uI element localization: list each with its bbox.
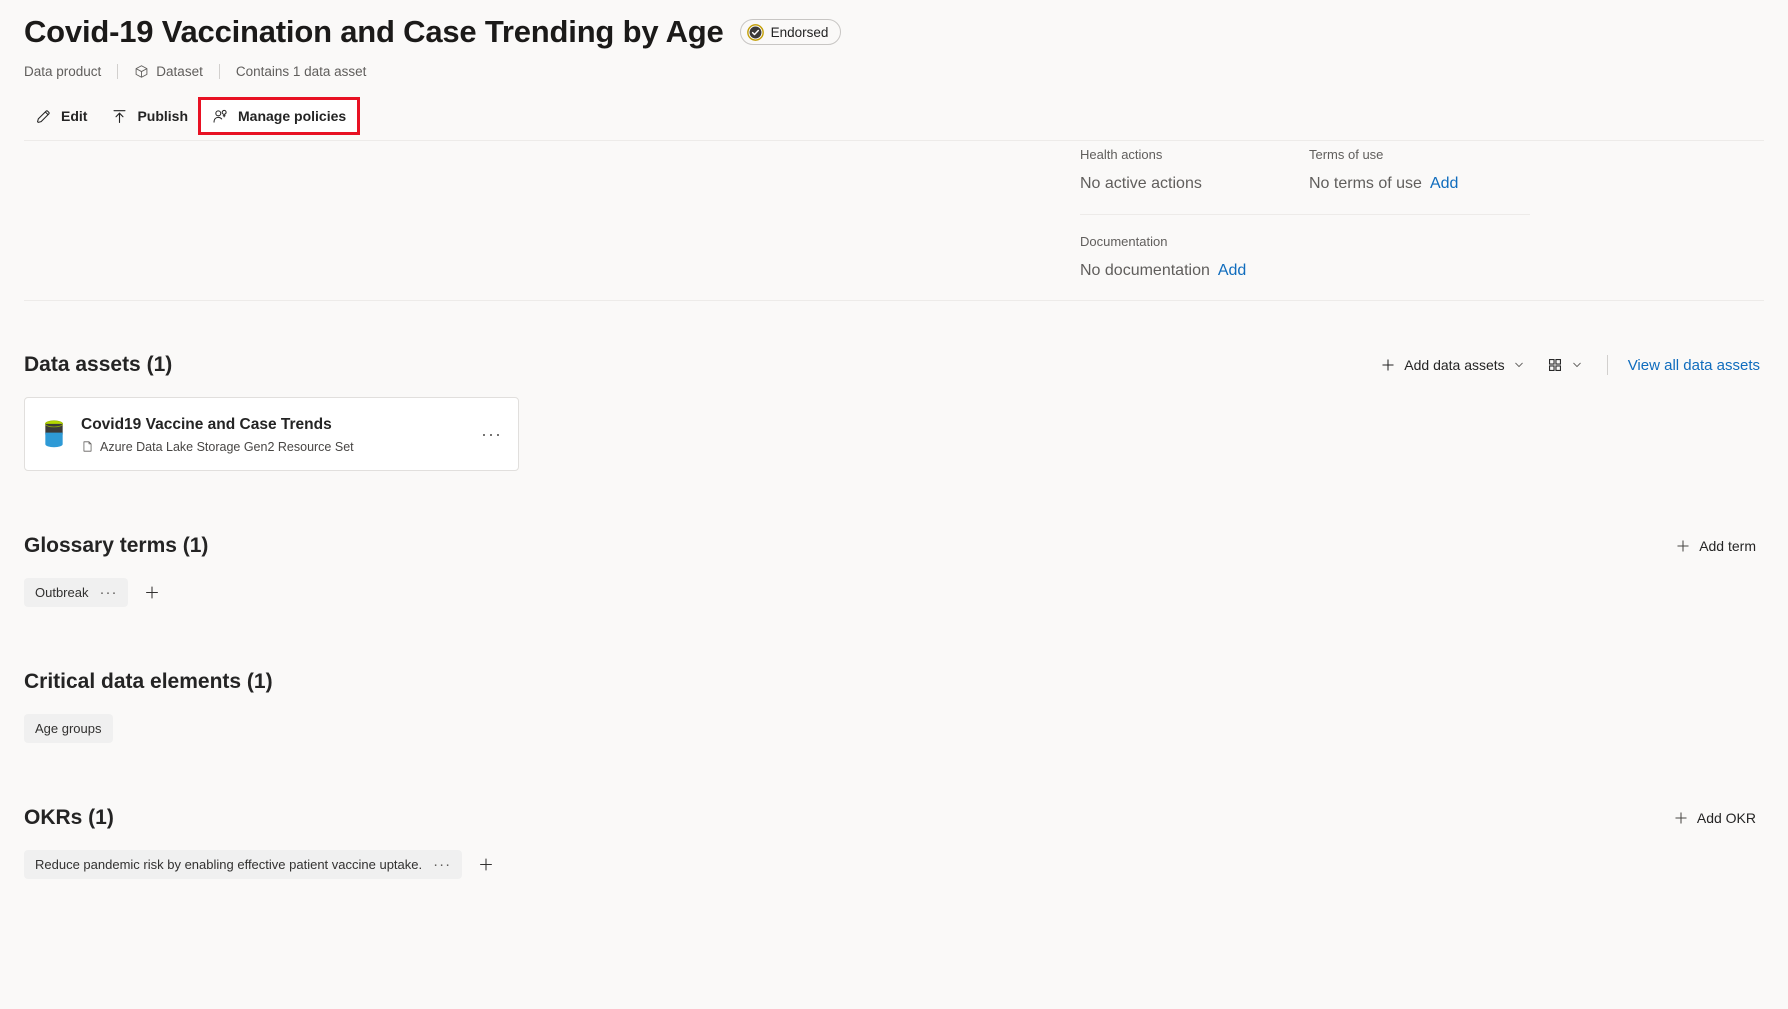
add-okr-inline-button[interactable] (472, 851, 500, 879)
glossary-term-more-button[interactable]: ··· (99, 585, 117, 600)
data-product-detail-page: Covid-19 Vaccination and Case Trending b… (0, 0, 1788, 1009)
status-badge-endorsed[interactable]: Endorsed (739, 19, 842, 45)
endorsed-check-icon (746, 23, 764, 41)
header-divider (24, 140, 1764, 141)
section-critical-data-elements: Critical data elements (1) Age groups (0, 607, 1788, 743)
okrs-actions: Add OKR (1665, 803, 1764, 833)
okr-label: Reduce pandemic risk by enabling effecti… (35, 857, 423, 872)
plus-icon (146, 586, 159, 599)
cube-icon (135, 65, 148, 78)
data-asset-type: Azure Data Lake Storage Gen2 Resource Se… (100, 439, 354, 454)
cde-label: Age groups (35, 721, 102, 736)
cde-header: Critical data elements (1) (24, 664, 1764, 700)
breadcrumb-data-product: Data product (24, 64, 102, 79)
data-asset-text: Covid19 Vaccine and Case Trends Azure Da… (81, 415, 354, 454)
terms-of-use-block: Terms of use No terms of use Add (1309, 146, 1569, 196)
plus-icon (1675, 812, 1687, 824)
documentation-add-link[interactable]: Add (1218, 259, 1246, 283)
title-row: Covid-19 Vaccination and Case Trending b… (24, 12, 1764, 52)
terms-of-use-value-row: No terms of use Add (1309, 172, 1569, 196)
adls-gen2-resource-set-icon (45, 420, 63, 448)
add-glossary-term-inline-button[interactable] (138, 579, 166, 607)
health-actions-label: Health actions (1080, 147, 1163, 162)
add-term-button[interactable]: Add term (1667, 531, 1764, 561)
data-asset-name: Covid19 Vaccine and Case Trends (81, 415, 332, 433)
plus-icon (480, 858, 493, 871)
section-okrs: OKRs (1) Add OKR Reduce pandemic risk by… (0, 743, 1788, 879)
add-okr-label: Add OKR (1696, 810, 1756, 826)
terms-of-use-value: No terms of use (1309, 175, 1422, 192)
info-grid: Health actions No active actions Terms o… (1080, 146, 1610, 196)
glossary-term-pill[interactable]: Outbreak ··· (24, 578, 129, 607)
resource-set-icon (83, 441, 92, 452)
terms-of-use-add-link[interactable]: Add (1430, 172, 1458, 196)
add-okr-button[interactable]: Add OKR (1665, 803, 1764, 833)
breadcrumb-dataset-label: Dataset (156, 64, 203, 79)
cde-title: Critical data elements (1) (24, 670, 273, 693)
content-sections: Data assets (1) Add data assets View all… (0, 300, 1788, 879)
cde-pill[interactable]: Age groups (24, 714, 113, 743)
cde-pill-row: Age groups (24, 714, 1764, 743)
publish-upload-icon (113, 109, 126, 123)
plus-icon (1677, 540, 1689, 552)
breadcrumb-dataset: Dataset (118, 64, 219, 79)
okrs-title: OKRs (1) (24, 806, 114, 829)
glossary-term-label: Outbreak (35, 585, 89, 600)
page-header: Covid-19 Vaccination and Case Trending b… (0, 0, 1788, 135)
okr-more-button[interactable]: ··· (433, 857, 451, 872)
add-term-label: Add term (1699, 538, 1756, 554)
info-panel: Health actions No active actions Terms o… (1080, 146, 1610, 283)
page-title: Covid-19 Vaccination and Case Trending b… (24, 14, 724, 49)
data-assets-header: Data assets (1) Add data assets View all… (24, 347, 1764, 383)
data-asset-card[interactable]: Covid19 Vaccine and Case Trends Azure Da… (24, 397, 519, 471)
chevron-down-icon (1514, 362, 1523, 368)
documentation-value: No documentation (1080, 262, 1210, 279)
add-data-assets-button[interactable]: Add data assets (1372, 350, 1532, 380)
section-data-assets: Data assets (1) Add data assets View all… (0, 301, 1788, 471)
health-actions-block: Health actions No active actions (1080, 146, 1309, 196)
publish-button[interactable]: Publish (100, 100, 199, 132)
okrs-pill-row: Reduce pandemic risk by enabling effecti… (24, 850, 1764, 879)
edit-label: Edit (61, 108, 88, 124)
pencil-icon (37, 109, 50, 123)
person-policy-icon (213, 109, 227, 123)
view-all-data-assets-link[interactable]: View all data assets (1624, 357, 1764, 374)
view-layout-button[interactable] (1539, 350, 1591, 380)
actions-divider (1606, 355, 1608, 375)
documentation-value-row: No documentation Add (1080, 259, 1610, 283)
glossary-title: Glossary terms (1) (24, 534, 209, 557)
documentation-label: Documentation (1080, 234, 1168, 249)
publish-label: Publish (137, 108, 189, 124)
okrs-header: OKRs (1) Add OKR (24, 800, 1764, 836)
manage-policies-button[interactable]: Manage policies (198, 97, 361, 135)
grid-view-icon (1548, 359, 1561, 371)
data-assets-actions: Add data assets View all data assets (1372, 350, 1764, 380)
breadcrumb-contains: Contains 1 data asset (235, 64, 367, 79)
add-data-assets-label: Add data assets (1404, 357, 1505, 373)
endorsed-label: Endorsed (770, 24, 829, 40)
data-assets-title: Data assets (1) (24, 353, 173, 376)
section-glossary-terms: Glossary terms (1) Add term Outbreak ··· (0, 471, 1788, 607)
plus-icon (1382, 359, 1394, 371)
health-actions-value: No active actions (1080, 175, 1202, 192)
manage-policies-label: Manage policies (238, 108, 347, 124)
glossary-pill-row: Outbreak ··· (24, 578, 1764, 607)
health-actions-value-row: No active actions (1080, 172, 1309, 196)
edit-button[interactable]: Edit (24, 100, 98, 132)
glossary-header: Glossary terms (1) Add term (24, 528, 1764, 564)
terms-of-use-label: Terms of use (1309, 147, 1384, 162)
documentation-block: Documentation No documentation Add (1080, 233, 1610, 283)
command-bar: Edit Publish Manage policies (24, 97, 1740, 135)
data-asset-type-row: Azure Data Lake Storage Gen2 Resource Se… (81, 440, 354, 454)
data-asset-more-button[interactable]: ··· (481, 425, 502, 443)
breadcrumb: Data product Dataset Contains 1 data ass… (24, 64, 1764, 79)
okr-pill[interactable]: Reduce pandemic risk by enabling effecti… (24, 850, 463, 879)
glossary-actions: Add term (1667, 531, 1764, 561)
chevron-down-icon-2 (1572, 362, 1581, 368)
info-divider (1080, 214, 1530, 215)
